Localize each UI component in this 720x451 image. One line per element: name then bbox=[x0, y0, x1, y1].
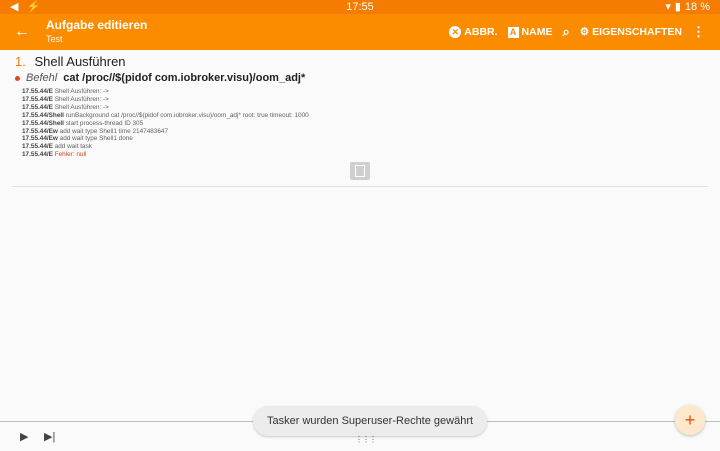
log-time: 17.55.44/Ew bbox=[22, 135, 58, 143]
search-icon[interactable]: ⌕ bbox=[557, 14, 574, 50]
close-icon: ✕ bbox=[449, 26, 462, 38]
drag-handle-icon[interactable]: ⋮⋮⋮ bbox=[355, 435, 377, 444]
page-title: Aufgabe editieren bbox=[46, 18, 148, 32]
play-icon[interactable]: ▶ bbox=[20, 430, 28, 443]
skip-next-icon[interactable]: ▶| bbox=[44, 430, 55, 443]
add-button[interactable]: + bbox=[675, 405, 705, 435]
step-name: Shell Ausführen bbox=[34, 54, 126, 69]
log-time: 17.55.44/Ew bbox=[22, 127, 58, 135]
log-line: 17.55.44/E Shell Ausführen: -> bbox=[22, 96, 309, 104]
command-label: Befehl bbox=[26, 72, 58, 84]
bullet-icon bbox=[15, 75, 20, 81]
command-row[interactable]: Befehl cat /proc//$(pidof com.iobroker.v… bbox=[15, 72, 305, 84]
log-time: 17.55.44/E bbox=[22, 103, 53, 111]
log-text: Shell Ausführen: -> bbox=[54, 103, 109, 111]
log-line: 17.55.44/E Shell Ausführen: -> bbox=[22, 104, 309, 112]
name-button[interactable]: A NAME bbox=[503, 14, 558, 50]
log-text: start process-thread ID 305 bbox=[65, 119, 144, 127]
battery-level: 18 % bbox=[684, 1, 710, 13]
properties-button[interactable]: ⚙ EIGENSCHAFTEN bbox=[575, 14, 687, 50]
log-time: 17.55.44/Shell bbox=[22, 119, 64, 127]
log-time: 17.55.44/Shell bbox=[22, 111, 64, 119]
log-line: 17.55.44/Shell runBackground cat /proc//… bbox=[22, 112, 309, 120]
app-bar: ← Aufgabe editieren Test ✕ ABBR. A NAME … bbox=[0, 14, 720, 50]
log-time: 17.55.44/E bbox=[22, 151, 53, 159]
wifi-icon: ▾ bbox=[665, 1, 671, 13]
log-text: runBackground cat /proc//$(pidof com.iob… bbox=[65, 111, 309, 119]
status-right: ▾ ▮ 18 % bbox=[665, 0, 710, 14]
back-arrow-icon[interactable]: ← bbox=[12, 23, 32, 41]
log-text: add wait type Shell1 done bbox=[59, 135, 133, 143]
log-text: Fehler: null bbox=[54, 151, 87, 159]
log-line: 17.55.44/Shell start process-thread ID 3… bbox=[22, 120, 309, 128]
overflow-menu-icon[interactable]: ⋮ bbox=[687, 14, 710, 50]
log-text: Shell Ausführen: -> bbox=[54, 88, 109, 95]
plus-icon: + bbox=[684, 409, 696, 430]
gear-icon: ⚙ bbox=[579, 26, 590, 38]
name-label: NAME bbox=[521, 26, 553, 38]
log-text: add wait type Shell1 time 2147483647 bbox=[59, 127, 169, 135]
copy-icon[interactable] bbox=[350, 162, 370, 180]
log-line: 17.55.44/Ew add wait type Shell1 time 21… bbox=[22, 128, 309, 136]
log-time: 17.55.44/E bbox=[22, 88, 53, 95]
task-content: 1. Shell Ausführen Befehl cat /proc//$(p… bbox=[0, 50, 720, 420]
log-text: add wait task bbox=[54, 143, 93, 151]
app-bar-actions: ✕ ABBR. A NAME ⌕ ⚙ EIGENSCHAFTEN ⋮ bbox=[444, 14, 710, 50]
log-time: 17.55.44/E bbox=[22, 95, 53, 103]
log-line: 17.55.44/E Shell Ausführen: -> bbox=[22, 88, 309, 96]
cancel-button[interactable]: ✕ ABBR. bbox=[444, 14, 502, 50]
step-title[interactable]: 1. Shell Ausführen bbox=[15, 54, 126, 69]
page-subtitle: Test bbox=[46, 34, 63, 44]
log-time: 17.55.44/E bbox=[22, 143, 53, 151]
text-a-icon: A bbox=[507, 26, 519, 38]
divider bbox=[12, 186, 708, 187]
log-output: 17.55.44/E Shell Ausführen: -> 17.55.44/E… bbox=[22, 88, 309, 159]
command-value: cat /proc//$(pidof com.iobroker.visu)/oo… bbox=[63, 72, 306, 84]
status-time: 17:55 bbox=[346, 1, 374, 13]
cancel-label: ABBR. bbox=[464, 26, 498, 38]
battery-icon: ▮ bbox=[674, 1, 681, 13]
log-line: 17.55.44/Ew add wait type Shell1 done bbox=[22, 135, 309, 143]
log-line: 17.55.44/E add wait task bbox=[22, 143, 309, 151]
step-number: 1. bbox=[15, 54, 26, 69]
toast-message: Tasker wurden Superuser-Rechte gewährt bbox=[253, 406, 488, 436]
properties-label: EIGENSCHAFTEN bbox=[592, 26, 682, 38]
status-bar: ◀ ⚡ 17:55 ▾ ▮ 18 % bbox=[0, 0, 720, 14]
log-text: Shell Ausführen: -> bbox=[54, 95, 109, 103]
log-line: 17.55.44/E Fehler: null bbox=[22, 151, 309, 159]
